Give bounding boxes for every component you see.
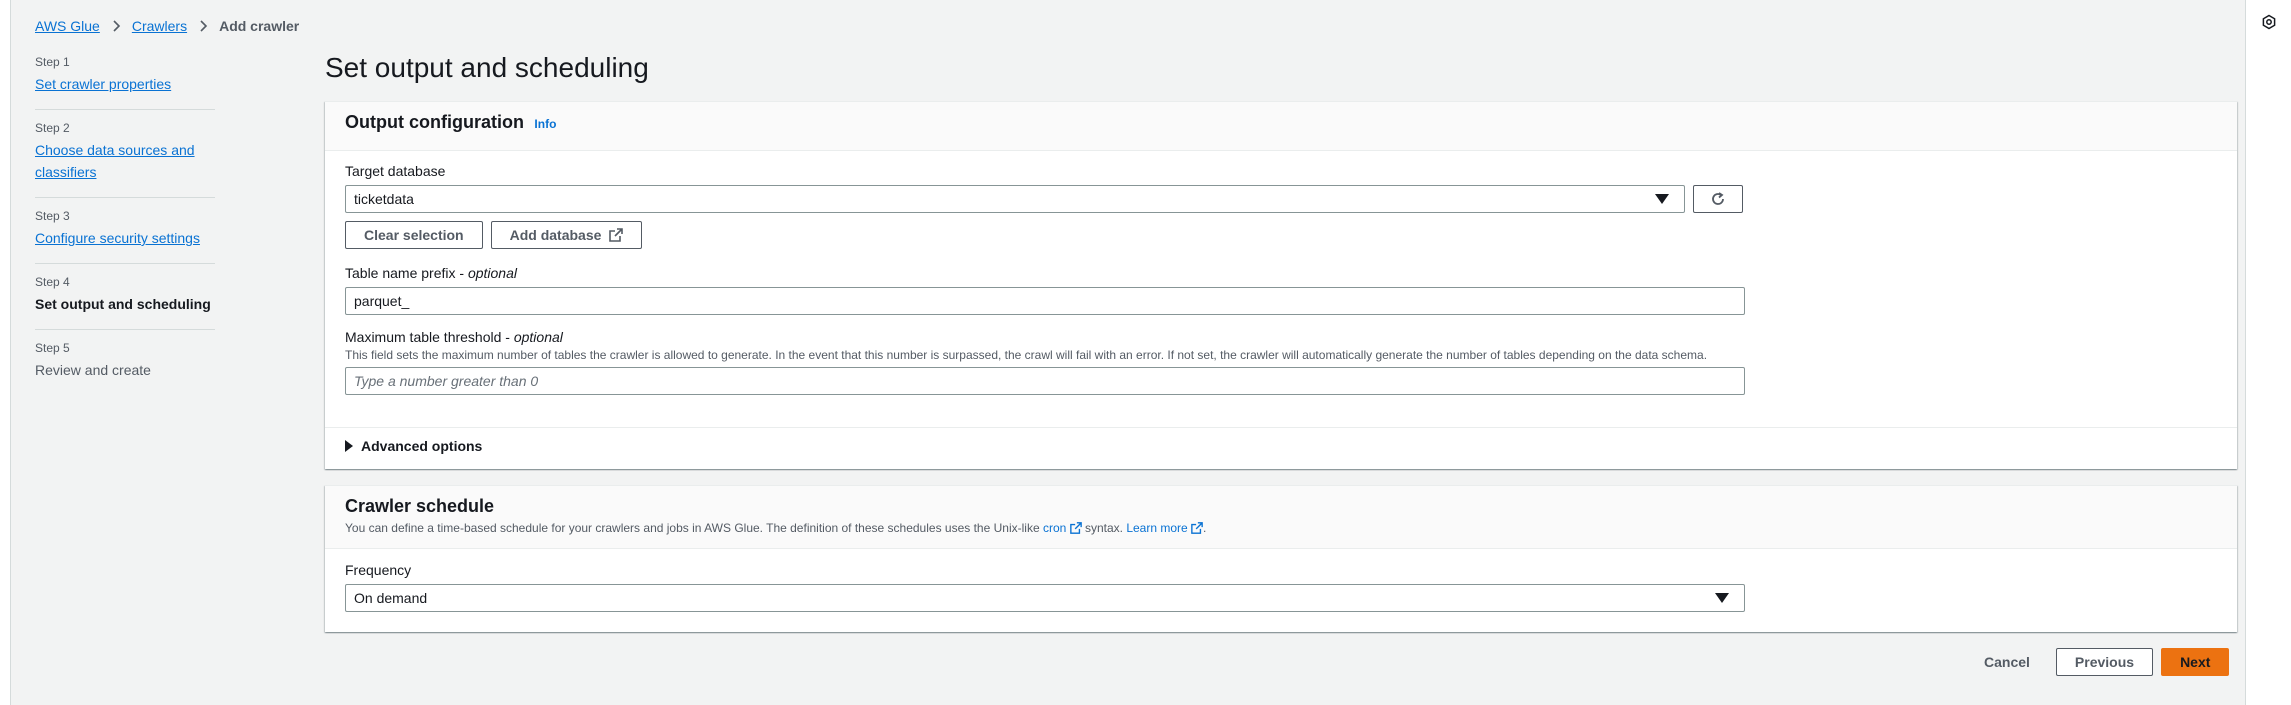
- add-database-button[interactable]: Add database: [490, 221, 643, 249]
- wizard-step-5: Step 5 Review and create: [35, 341, 215, 395]
- step-number: Step 2: [35, 121, 70, 135]
- wizard-actions: Cancel Previous Next: [1966, 648, 2230, 676]
- wizard-steps: Step 1 Set crawler properties Step 2 Cho…: [35, 55, 215, 406]
- external-link-icon: [609, 228, 624, 242]
- cron-link-label: cron: [1042, 521, 1067, 535]
- optional-tag: optional: [467, 265, 517, 281]
- chevron-right-icon: [197, 20, 209, 32]
- schedule-description: You can define a time-based schedule for…: [345, 521, 2217, 535]
- panel-body: Frequency On demand: [325, 549, 2237, 612]
- panel-title: Output configuration: [345, 112, 524, 132]
- step-number: Step 3: [35, 209, 70, 223]
- wizard-step-3: Step 3 Configure security settings: [35, 209, 215, 264]
- add-database-label: Add database: [509, 227, 602, 243]
- app-shell: AWS Glue Crawlers Add crawler Step 1 Set…: [10, 0, 2246, 705]
- target-database-value: ticketdata: [354, 191, 414, 207]
- refresh-button[interactable]: [1693, 185, 1743, 213]
- target-database-select[interactable]: ticketdata: [345, 185, 1685, 213]
- max-threshold-description: This field sets the maximum number of ta…: [345, 348, 1708, 362]
- external-link-icon: [1069, 522, 1082, 534]
- step-link-data-sources[interactable]: Choose data sources and classifiers: [35, 139, 215, 183]
- table-prefix-input[interactable]: [345, 287, 1745, 315]
- max-threshold-input[interactable]: [345, 367, 1745, 395]
- frequency-value: On demand: [354, 590, 428, 606]
- step-link-security-settings[interactable]: Configure security settings: [35, 227, 215, 249]
- learn-more-link[interactable]: Learn more: [1126, 521, 1203, 535]
- settings-icon[interactable]: [2258, 11, 2280, 33]
- advanced-options-label: Advanced options: [361, 438, 483, 454]
- target-database-label: Target database: [345, 163, 446, 179]
- caret-right-icon: [345, 440, 353, 452]
- wizard-step-2: Step 2 Choose data sources and classifie…: [35, 121, 215, 198]
- frequency-select[interactable]: On demand: [345, 584, 1745, 612]
- cron-link[interactable]: cron: [1043, 521, 1082, 535]
- learn-more-label: Learn more: [1126, 521, 1188, 535]
- chevron-right-icon: [110, 20, 122, 32]
- step-review-create: Review and create: [35, 362, 151, 378]
- optional-tag: optional: [513, 329, 563, 345]
- crawler-schedule-panel: Crawler schedule You can define a time-b…: [325, 485, 2237, 632]
- breadcrumb: AWS Glue Crawlers Add crawler: [35, 18, 299, 34]
- external-link-icon: [1191, 522, 1203, 534]
- frequency-label: Frequency: [345, 562, 412, 578]
- step-number: Step 4: [35, 275, 70, 289]
- step-current-output-scheduling: Set output and scheduling: [35, 296, 211, 312]
- panel-header: Crawler schedule You can define a time-b…: [325, 486, 2237, 549]
- right-rail: [2247, 0, 2291, 705]
- step-number: Step 5: [35, 341, 70, 355]
- breadcrumb-aws-glue[interactable]: AWS Glue: [35, 18, 100, 34]
- step-number: Step 1: [35, 55, 70, 69]
- caret-down-icon: [1715, 593, 1729, 603]
- wizard-step-4: Step 4 Set output and scheduling: [35, 275, 215, 330]
- advanced-options-toggle[interactable]: Advanced options: [325, 427, 2237, 464]
- panel-header: Output configuration Info: [325, 102, 2237, 151]
- previous-button[interactable]: Previous: [2055, 648, 2154, 676]
- cancel-button[interactable]: Cancel: [1966, 648, 2048, 676]
- schedule-description-text: You can define a time-based schedule for…: [345, 521, 1043, 535]
- caret-down-icon: [1655, 194, 1669, 204]
- schedule-description-end: .: [1203, 521, 1207, 535]
- max-threshold-label: Maximum table threshold - optional: [345, 329, 2217, 345]
- next-button[interactable]: Next: [2161, 648, 2230, 676]
- table-prefix-label-text: Table name prefix -: [345, 265, 468, 281]
- refresh-icon: [1712, 192, 1724, 205]
- info-link[interactable]: Info: [534, 117, 556, 131]
- clear-selection-button[interactable]: Clear selection: [345, 221, 483, 249]
- panel-body: Target database ticketdata Clear selecti…: [325, 151, 2237, 395]
- schedule-description-mid: syntax.: [1081, 521, 1127, 535]
- clear-selection-label: Clear selection: [364, 227, 464, 243]
- max-threshold-label-text: Maximum table threshold -: [345, 329, 514, 345]
- breadcrumb-crawlers[interactable]: Crawlers: [132, 18, 187, 34]
- step-link-crawler-properties[interactable]: Set crawler properties: [35, 73, 215, 95]
- panel-title: Crawler schedule: [345, 496, 495, 516]
- page-title: Set output and scheduling: [325, 52, 649, 83]
- wizard-step-1: Step 1 Set crawler properties: [35, 55, 215, 110]
- breadcrumb-current: Add crawler: [219, 18, 300, 34]
- output-configuration-panel: Output configuration Info Target databas…: [325, 101, 2237, 469]
- table-prefix-label: Table name prefix - optional: [345, 265, 2217, 281]
